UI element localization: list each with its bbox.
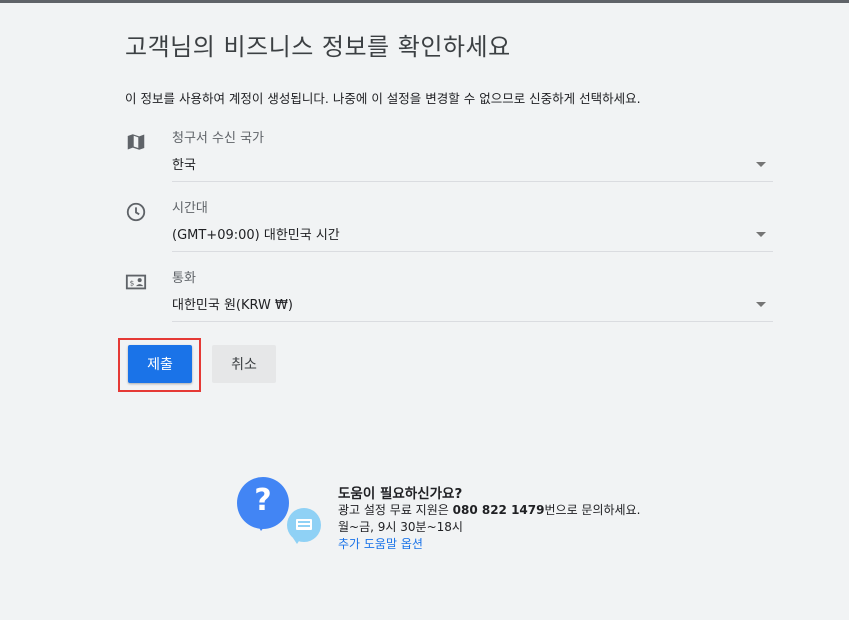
submit-button[interactable]: 제출	[128, 345, 192, 383]
currency-value: 대한민국 원(KRW ₩)	[172, 298, 293, 313]
billing-country-select[interactable]: 한국	[172, 147, 773, 182]
billing-country-value: 한국	[172, 158, 196, 173]
dropdown-arrow-icon	[756, 302, 766, 307]
page-description: 이 정보를 사용하여 계정이 생성됩니다. 나중에 이 설정을 변경할 수 없으…	[125, 91, 641, 106]
billing-country-field: 청구서 수신 국가 한국	[122, 127, 773, 182]
dropdown-arrow-icon	[756, 232, 766, 237]
top-bar	[0, 0, 849, 3]
svg-text:$: $	[130, 279, 135, 288]
billing-country-label: 청구서 수신 국가	[172, 131, 264, 146]
chat-bubble-icon	[287, 508, 321, 544]
currency-label: 통화	[172, 271, 196, 286]
help-support-line: 광고 설정 무료 지원은 080 822 1479번으로 문의하세요.	[338, 503, 641, 517]
currency-icon: $	[125, 271, 147, 293]
help-section: ? 도움이 필요하신가요? 광고 설정 무료 지원은 080 822 1479번…	[237, 475, 677, 565]
timezone-label: 시간대	[172, 201, 208, 216]
clock-icon	[125, 201, 147, 223]
currency-field: $ 통화 대한민국 원(KRW ₩)	[122, 267, 773, 322]
timezone-field: 시간대 (GMT+09:00) 대한민국 시간	[122, 197, 773, 252]
help-title: 도움이 필요하신가요?	[338, 486, 463, 502]
timezone-value: (GMT+09:00) 대한민국 시간	[172, 228, 340, 243]
timezone-select[interactable]: (GMT+09:00) 대한민국 시간	[172, 217, 773, 252]
map-icon	[125, 131, 147, 153]
cancel-button[interactable]: 취소	[212, 345, 276, 383]
more-help-options-link[interactable]: 추가 도움말 옵션	[338, 535, 423, 552]
question-mark-icon: ?	[254, 483, 272, 518]
currency-select[interactable]: 대한민국 원(KRW ₩)	[172, 287, 773, 322]
dropdown-arrow-icon	[756, 162, 766, 167]
page-title: 고객님의 비즈니스 정보를 확인하세요	[125, 33, 511, 61]
help-hours: 월~금, 9시 30분~18시	[338, 520, 463, 534]
support-phone: 080 822 1479	[452, 503, 545, 517]
